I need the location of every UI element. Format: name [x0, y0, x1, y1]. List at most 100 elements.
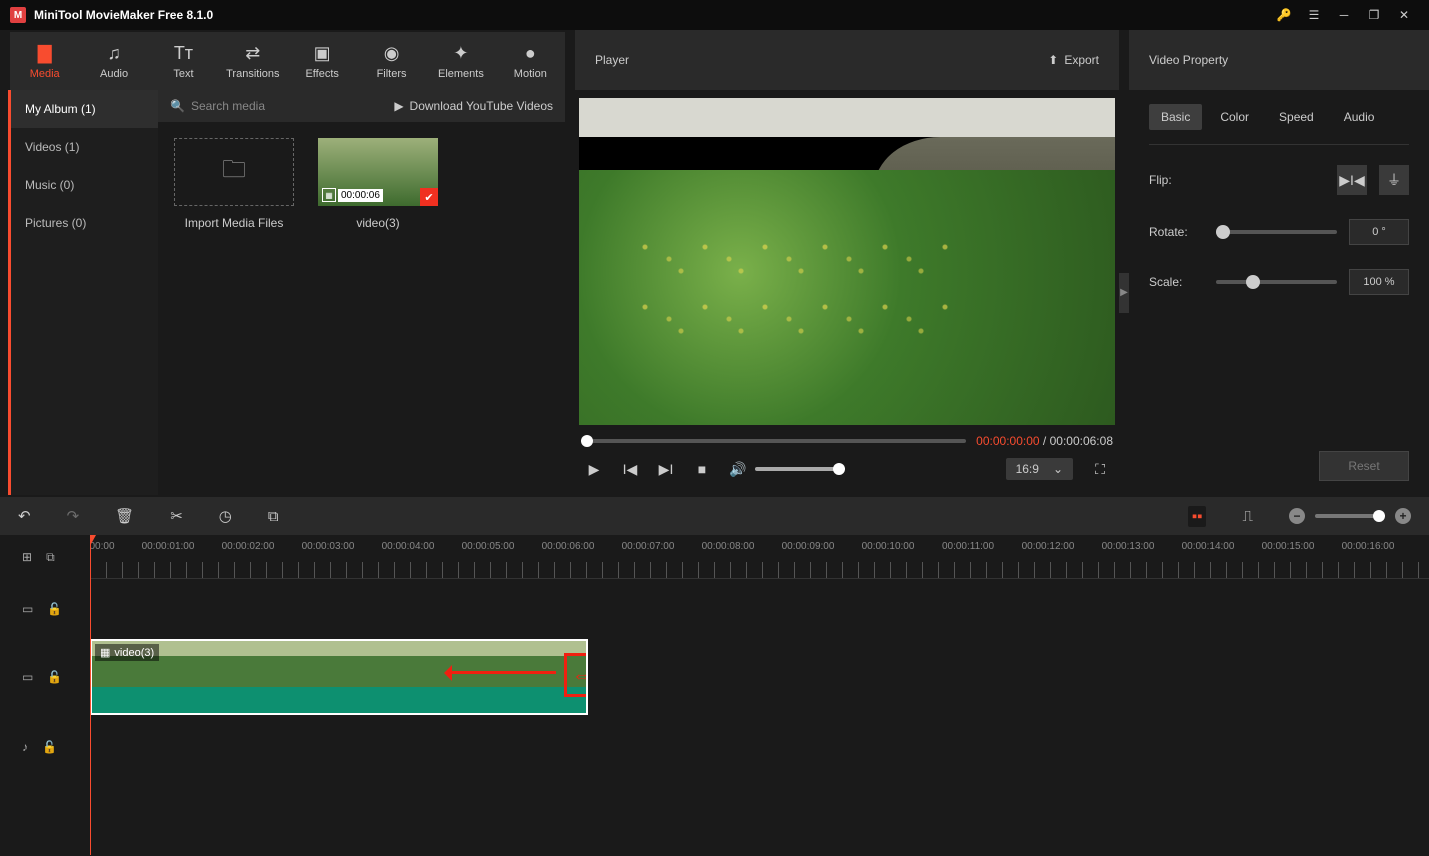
lock-icon[interactable]: 🔓 — [42, 740, 57, 754]
tab-audio[interactable]: ♫ Audio — [79, 32, 148, 90]
property-title: Video Property — [1149, 53, 1228, 67]
search-icon: 🔍 — [170, 99, 185, 113]
time-current: 00:00:00:00 — [976, 434, 1039, 448]
tab-media[interactable]: ▇ Media — [10, 32, 79, 90]
add-track-button[interactable]: ⊞ — [22, 550, 32, 564]
scale-slider[interactable] — [1216, 280, 1337, 284]
snap-button[interactable]: ▪▪ — [1188, 506, 1207, 527]
prop-tab-basic[interactable]: Basic — [1149, 104, 1202, 130]
undo-button[interactable]: ↶ — [18, 507, 31, 525]
stop-button[interactable]: ■ — [693, 461, 711, 477]
zoom-slider[interactable] — [1315, 514, 1385, 518]
seek-slider[interactable] — [581, 439, 966, 443]
panel-collapse-button[interactable]: ▶ — [1119, 273, 1129, 313]
tab-filters[interactable]: ◉ Filters — [357, 32, 426, 90]
youtube-icon: ▶ — [394, 99, 403, 113]
maximize-button[interactable]: ❐ — [1359, 0, 1389, 30]
rotate-label: Rotate: — [1149, 225, 1204, 239]
import-media-button[interactable]: 🗀 — [174, 138, 294, 206]
text-icon: Tᴛ — [174, 43, 193, 64]
clip-icon: ▦ — [100, 646, 110, 659]
timeline-ruler[interactable]: 00:00 00:00:01:00 00:00:02:00 00:00:03:0… — [90, 535, 1429, 579]
tab-effects[interactable]: ▣ Effects — [288, 32, 357, 90]
media-duration: 00:00:06 — [338, 189, 383, 202]
prop-tab-audio[interactable]: Audio — [1332, 104, 1387, 130]
speed-button[interactable]: ◷ — [219, 507, 232, 525]
export-icon: ⬆ — [1048, 53, 1058, 67]
volume-icon[interactable]: 🔊 — [729, 461, 747, 478]
download-youtube-link[interactable]: ▶ Download YouTube Videos — [394, 99, 553, 113]
menu-icon[interactable]: ☰ — [1299, 0, 1329, 30]
play-button[interactable]: ▶ — [585, 461, 603, 478]
sidebar-item-myalbum[interactable]: My Album (1) — [11, 90, 158, 128]
close-button[interactable]: ✕ — [1389, 0, 1419, 30]
prop-tab-color[interactable]: Color — [1208, 104, 1261, 130]
video-icon: ▦ — [322, 188, 336, 202]
prev-frame-button[interactable]: I◀ — [621, 461, 639, 478]
playhead[interactable] — [90, 535, 91, 855]
music-note-icon: ♫ — [107, 43, 121, 64]
magnet-button[interactable]: ⎍ — [1242, 508, 1253, 525]
check-icon: ✔ — [420, 188, 438, 206]
elements-icon: ✦ — [453, 43, 468, 64]
transition-icon: ⇄ — [245, 43, 260, 64]
video-track-icon: ▭ — [22, 670, 33, 684]
duplicate-track-button[interactable]: ⧉ — [46, 550, 55, 565]
track-row[interactable]: ▦video(3) ⇔ — [90, 639, 1429, 715]
chevron-down-icon: ⌄ — [1053, 462, 1063, 476]
prop-tab-speed[interactable]: Speed — [1267, 104, 1326, 130]
player-title: Player — [595, 53, 629, 67]
flip-horizontal-button[interactable]: ▶I◀ — [1337, 165, 1367, 195]
flip-vertical-button[interactable]: ⏚ — [1379, 165, 1409, 195]
tab-motion[interactable]: ● Motion — [496, 32, 565, 90]
app-logo: M — [10, 7, 26, 23]
lock-icon[interactable]: 🔓 — [47, 602, 62, 616]
reset-button[interactable]: Reset — [1319, 451, 1409, 481]
redo-button[interactable]: ↷ — [67, 507, 80, 525]
media-name: video(3) — [318, 216, 438, 230]
export-button[interactable]: ⬆ Export — [1048, 53, 1099, 67]
zoom-out-button[interactable]: − — [1289, 508, 1305, 524]
sidebar-item-pictures[interactable]: Pictures (0) — [8, 204, 158, 242]
folder-icon: ▇ — [38, 43, 52, 64]
media-item[interactable]: ▦ 00:00:06 ✔ video(3) — [318, 138, 438, 230]
filters-icon: ◉ — [384, 43, 400, 64]
next-frame-button[interactable]: ▶I — [657, 461, 675, 478]
scale-value[interactable]: 100 % — [1349, 269, 1409, 295]
trim-arrow-annotation — [446, 671, 556, 674]
search-input[interactable]: 🔍 Search media — [170, 99, 386, 113]
rotate-value[interactable]: 0 ° — [1349, 219, 1409, 245]
tab-text[interactable]: Tᴛ Text — [149, 32, 218, 90]
motion-icon: ● — [525, 43, 536, 64]
app-title: MiniTool MovieMaker Free 8.1.0 — [34, 8, 1269, 22]
minimize-button[interactable]: ─ — [1329, 0, 1359, 30]
aspect-ratio-dropdown[interactable]: 16:9 ⌄ — [1006, 458, 1073, 480]
volume-slider[interactable] — [755, 467, 845, 471]
time-total: 00:00:06:08 — [1050, 434, 1113, 448]
track-row[interactable] — [90, 715, 1429, 779]
library-sidebar: My Album (1) Videos (1) Music (0) Pictur… — [8, 90, 158, 495]
preview-canvas — [579, 98, 1115, 425]
main-tabs: ▇ Media ♫ Audio Tᴛ Text ⇄ Transitions ▣ … — [10, 32, 565, 90]
audio-track-icon: ♪ — [22, 740, 28, 754]
sidebar-item-music[interactable]: Music (0) — [8, 166, 158, 204]
key-icon[interactable]: 🔑 — [1269, 0, 1299, 30]
trim-handle-icon[interactable]: ⇔ — [572, 665, 588, 688]
zoom-in-button[interactable]: + — [1395, 508, 1411, 524]
track-row[interactable] — [90, 579, 1429, 639]
crop-button[interactable]: ⧉ — [268, 508, 279, 525]
fullscreen-button[interactable]: ⛶ — [1091, 461, 1109, 478]
timeline-clip[interactable]: ▦video(3) ⇔ — [90, 639, 588, 715]
effects-icon: ▣ — [314, 43, 331, 64]
split-button[interactable]: ✂ — [170, 507, 183, 525]
sidebar-item-videos[interactable]: Videos (1) — [8, 128, 158, 166]
flip-label: Flip: — [1149, 173, 1204, 187]
tab-elements[interactable]: ✦ Elements — [426, 32, 495, 90]
rotate-slider[interactable] — [1216, 230, 1337, 234]
delete-button[interactable]: 🗑 — [115, 507, 134, 525]
video-track-icon: ▭ — [22, 602, 33, 616]
scale-label: Scale: — [1149, 275, 1204, 289]
import-label: Import Media Files — [174, 216, 294, 230]
lock-icon[interactable]: 🔓 — [47, 670, 62, 684]
tab-transitions[interactable]: ⇄ Transitions — [218, 32, 287, 90]
